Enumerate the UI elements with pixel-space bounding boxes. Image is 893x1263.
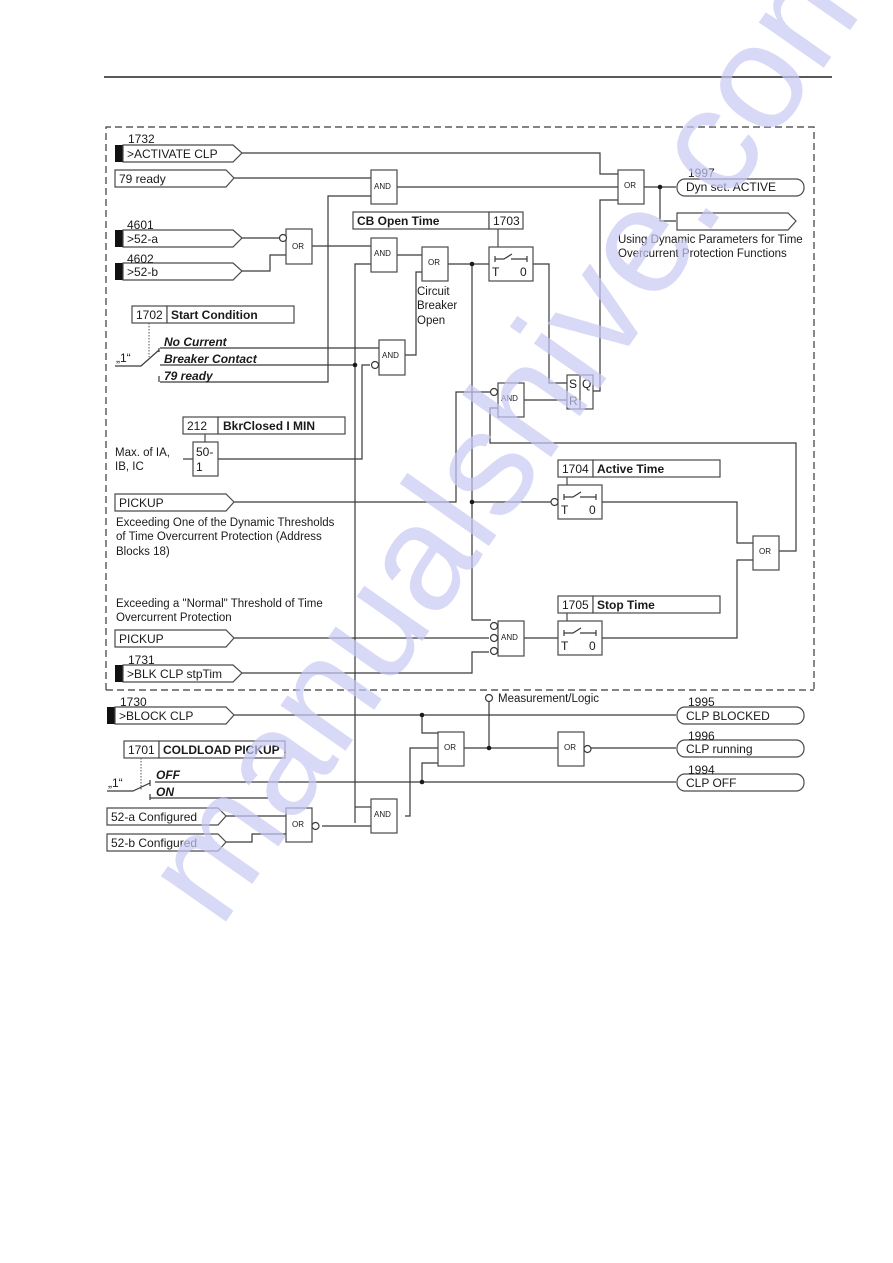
- dynamic-threshold-label: Blocks 18): [116, 546, 170, 558]
- signal-label: >BLOCK CLP: [119, 709, 193, 723]
- svg-text:CB Open Time: CB Open Time: [357, 214, 440, 228]
- inverter-icon: [278, 233, 288, 243]
- signal-label: CLP running: [686, 742, 753, 756]
- svg-text:OR: OR: [292, 242, 304, 251]
- svg-text:T: T: [561, 503, 569, 517]
- input-52a: 4601 >52-a: [115, 218, 243, 248]
- svg-text:1: 1: [196, 460, 203, 474]
- svg-text:Breaker Contact: Breaker Contact: [164, 352, 258, 366]
- signal-number: 1995: [688, 695, 715, 709]
- or-gate-running: OR: [557, 731, 592, 767]
- dynamic-threshold-label: of Time Overcurrent Protection (Address: [116, 531, 322, 543]
- svg-text:T: T: [561, 639, 569, 653]
- and-gate-stop-time: AND: [489, 620, 525, 657]
- svg-text:0: 0: [589, 639, 596, 653]
- signal-label: PICKUP: [119, 632, 164, 646]
- cold-load-pickup-logic-diagram: 1732 >ACTIVATE CLP 79 ready 4601 >52-a 4…: [104, 0, 893, 948]
- input-79-ready: 79 ready: [114, 169, 235, 188]
- svg-text:Active Time: Active Time: [597, 462, 664, 476]
- circuit-breaker-open-label: Open: [417, 315, 445, 327]
- input-activate-clp: 1732 >ACTIVATE CLP: [115, 132, 243, 163]
- svg-text:„1“: „1“: [116, 351, 131, 365]
- measurement-logic-connector-icon: [484, 693, 494, 703]
- svg-text:AND: AND: [501, 633, 518, 642]
- inverter-icon: [583, 744, 592, 754]
- and-gate-no-current: AND: [370, 339, 406, 376]
- svg-text:1702: 1702: [136, 308, 163, 322]
- max-of-currents-label: Max. of IA,: [115, 447, 170, 459]
- signal-number: 1994: [688, 763, 715, 777]
- signal-label: CLP OFF: [686, 776, 736, 790]
- param-start-condition: 1702 Start Condition „1“ No Current Brea…: [115, 305, 295, 383]
- signal-number: 4601: [127, 218, 154, 232]
- svg-text:1705: 1705: [562, 598, 589, 612]
- or-gate-block: OR: [437, 731, 465, 767]
- signal-number: 1731: [128, 653, 155, 667]
- svg-text:BkrClosed I MIN: BkrClosed I MIN: [223, 419, 315, 433]
- svg-text:212: 212: [187, 419, 207, 433]
- circuit-breaker-open-label: Breaker: [417, 300, 457, 312]
- svg-text:Start Condition: Start Condition: [171, 308, 258, 322]
- measurement-logic-label: Measurement/Logic: [498, 693, 599, 705]
- svg-text:0: 0: [589, 503, 596, 517]
- signal-number: 1732: [128, 132, 155, 146]
- svg-text:1703: 1703: [493, 214, 520, 228]
- input-pickup-normal: PICKUP: [114, 629, 235, 648]
- param-stop-time: 1705 Stop Time: [557, 595, 721, 621]
- svg-text:1701: 1701: [128, 743, 155, 757]
- watermark: manualshive.com: [109, 0, 893, 948]
- signal-number: 1996: [688, 729, 715, 743]
- svg-text:50-: 50-: [196, 445, 213, 459]
- signal-number: 1730: [120, 695, 147, 709]
- signal-label: CLP BLOCKED: [686, 709, 770, 723]
- svg-text:OR: OR: [444, 743, 456, 752]
- svg-text:T: T: [492, 265, 500, 279]
- and-gate-breaker: AND: [370, 237, 398, 273]
- input-52b: 4602 >52-b: [115, 252, 243, 281]
- normal-threshold-label: Overcurrent Protection: [116, 612, 232, 624]
- or-gate-circuit-breaker-open: OR: [421, 246, 449, 282]
- svg-text:AND: AND: [382, 351, 399, 360]
- svg-text:AND: AND: [374, 810, 391, 819]
- or-gate-52ab: OR: [278, 228, 313, 265]
- output-clp-blocked: 1995 CLP BLOCKED: [676, 695, 805, 725]
- timer-stop-time: T 0: [557, 620, 603, 656]
- svg-text:Stop Time: Stop Time: [597, 598, 655, 612]
- and-gate-79-ready: AND: [370, 169, 398, 205]
- signal-label: >52-b: [127, 265, 158, 279]
- signal-label: PICKUP: [119, 496, 164, 510]
- signal-label: >ACTIVATE CLP: [127, 147, 218, 161]
- signal-label: >52-a: [127, 232, 158, 246]
- inverter-icon: [370, 360, 380, 370]
- svg-text:79 ready: 79 ready: [164, 369, 214, 383]
- input-pickup-dynamic: PICKUP: [114, 493, 235, 512]
- svg-text:„1“: „1“: [108, 776, 123, 790]
- svg-text:AND: AND: [374, 182, 391, 191]
- inverter-icon: [489, 646, 499, 656]
- signal-label: >BLK CLP stpTim: [127, 667, 222, 681]
- svg-text:No Current: No Current: [164, 335, 228, 349]
- signal-label: 79 ready: [119, 172, 166, 186]
- svg-text:AND: AND: [374, 249, 391, 258]
- output-clp-off: 1994 CLP OFF: [676, 763, 805, 792]
- output-clp-running: 1996 CLP running: [676, 729, 805, 758]
- inverter-icon: [489, 633, 499, 643]
- svg-text:OR: OR: [564, 743, 576, 752]
- circuit-breaker-open-label: Circuit: [417, 286, 450, 298]
- input-blk-clp-stptim: 1731 >BLK CLP stpTim: [115, 653, 243, 683]
- or-gate-active-stop: OR: [752, 535, 780, 571]
- inverter-icon: [489, 621, 499, 631]
- param-bkrclosed-imin: 212 BkrClosed I MIN 50- 1: [182, 416, 346, 477]
- svg-text:OR: OR: [428, 258, 440, 267]
- signal-number: 4602: [127, 252, 154, 266]
- and-gate-configured: AND: [370, 798, 398, 834]
- dynamic-threshold-label: Exceeding One of the Dynamic Thresholds: [116, 517, 335, 529]
- max-of-currents-label: IB, IC: [115, 461, 144, 473]
- svg-text:OR: OR: [759, 547, 771, 556]
